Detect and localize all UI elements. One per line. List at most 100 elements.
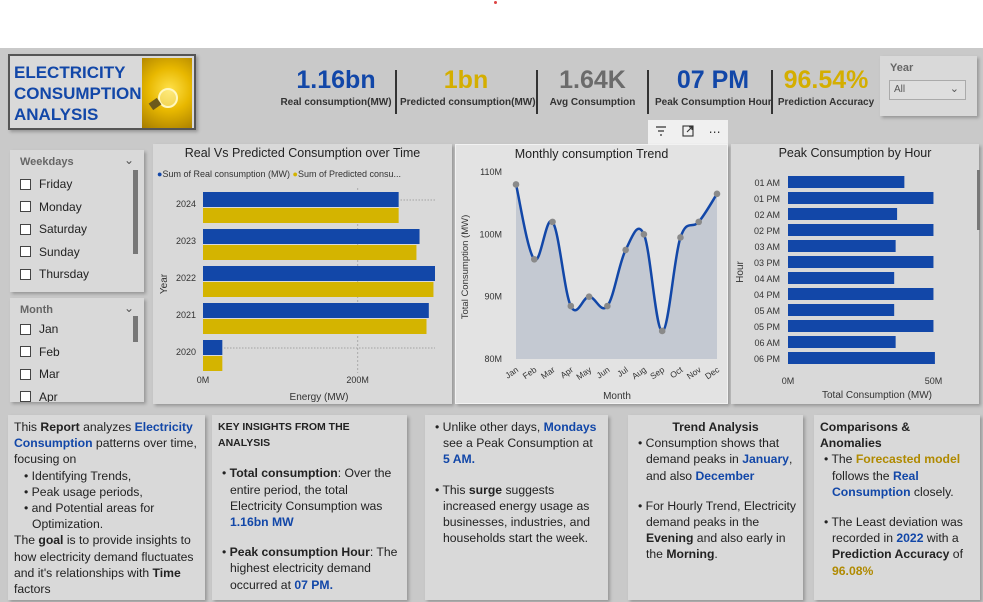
bar-hour bbox=[788, 208, 898, 220]
y-axis-label: Total Consumption (MW) bbox=[460, 215, 471, 320]
chevron-down-icon: ⌄ bbox=[949, 83, 959, 95]
bar-hour bbox=[788, 352, 935, 364]
y-tick-label: 2020 bbox=[176, 347, 196, 357]
intro-bullet: • Peak usage periods, bbox=[24, 484, 143, 499]
monday-insight-text: • Unlike other days, Mondays see a Peak … bbox=[425, 415, 608, 600]
checkbox[interactable] bbox=[20, 346, 31, 358]
chevron-down-icon[interactable]: ⌄ bbox=[124, 301, 134, 315]
month-option-feb[interactable]: Feb bbox=[10, 341, 144, 364]
insight-bullet: • Unlike other days, Mondays see a Peak … bbox=[435, 420, 597, 467]
x-tick-label: Sep bbox=[648, 364, 666, 381]
bar-hour bbox=[788, 320, 934, 332]
checkbox[interactable] bbox=[20, 268, 31, 280]
weekday-option-friday[interactable]: Friday bbox=[10, 173, 144, 196]
kpi-label: Prediction Accuracy bbox=[777, 97, 875, 108]
comparisons-text: Comparisons & Anomalies • The Forecasted… bbox=[814, 415, 980, 600]
monthly-trend-chart: Monthly consumption Trend 80M 90M 100M 110M… bbox=[455, 144, 728, 404]
year-dropdown[interactable]: All ⌄ bbox=[889, 80, 966, 100]
data-point bbox=[567, 302, 575, 310]
kpi-label: Predicted consumption(MW) bbox=[400, 97, 536, 108]
month-option-mar[interactable]: Mar bbox=[10, 363, 144, 386]
checkbox[interactable] bbox=[20, 246, 31, 258]
data-point bbox=[622, 246, 629, 254]
scrollbar[interactable] bbox=[133, 170, 138, 254]
kpi-avg-consumption: 1.64K Avg Consumption bbox=[545, 66, 640, 108]
kpi-peak-hour: 07 PM Peak Consumption Hour bbox=[655, 66, 772, 108]
weekdays-slicer: Weekdays ⌄ Friday Monday Saturday Sunday… bbox=[10, 150, 144, 292]
x-tick-label: 200M bbox=[346, 375, 369, 385]
y-tick-label: 01 PM bbox=[754, 194, 780, 204]
x-tick-label: Nov bbox=[685, 364, 704, 381]
checkbox[interactable] bbox=[20, 223, 31, 235]
data-point bbox=[677, 234, 684, 241]
y-tick-label: 01 AM bbox=[754, 178, 780, 188]
kpi-real-consumption: 1.16bn Real consumption(MW) bbox=[280, 66, 392, 108]
scrollbar[interactable] bbox=[133, 316, 138, 342]
x-tick-label: Feb bbox=[521, 364, 539, 381]
y-tick-label: 04 PM bbox=[754, 290, 780, 300]
top-indicator-dot bbox=[494, 1, 497, 4]
trend-bullet: • Consumption shows that demand peaks in… bbox=[638, 436, 793, 483]
bar-hour bbox=[788, 240, 896, 252]
year-slicer: Year All ⌄ bbox=[880, 56, 977, 116]
bar-real bbox=[203, 340, 223, 355]
weekday-option-thursday[interactable]: Thursday bbox=[10, 263, 144, 286]
option-label: Apr bbox=[39, 389, 58, 402]
bar-hour bbox=[788, 192, 934, 204]
y-tick-label: 04 AM bbox=[754, 274, 780, 284]
intro-paragraph: This Report analyzes Electricity Consump… bbox=[14, 420, 197, 467]
data-point bbox=[640, 231, 648, 238]
title-card: ELECTRICITY CONSUMPTION ANALYSIS bbox=[8, 54, 196, 130]
option-label: Feb bbox=[39, 344, 60, 359]
focus-mode-icon[interactable] bbox=[682, 124, 694, 140]
checkbox[interactable] bbox=[20, 178, 31, 190]
comparison-bullet: • The Least deviation was recorded in 20… bbox=[824, 515, 963, 578]
kpi-divider bbox=[647, 70, 649, 114]
report-title: ELECTRICITY CONSUMPTION ANALYSIS bbox=[14, 63, 142, 124]
weekday-option-monday[interactable]: Monday bbox=[10, 196, 144, 219]
x-tick-label: 0M bbox=[782, 376, 795, 386]
weekday-option-saturday[interactable]: Saturday bbox=[10, 218, 144, 241]
kpi-value: 1.64K bbox=[559, 66, 626, 94]
weekday-option-sunday[interactable]: Sunday bbox=[10, 241, 144, 264]
month-slicer: Month ⌄ Jan Feb Mar Apr bbox=[10, 298, 144, 402]
y-tick-label: 90M bbox=[484, 292, 502, 302]
month-option-jan[interactable]: Jan bbox=[10, 318, 144, 341]
kpi-divider bbox=[395, 70, 397, 114]
bar-predicted bbox=[203, 319, 427, 334]
checkbox[interactable] bbox=[20, 323, 31, 335]
year-slicer-title: Year bbox=[890, 62, 914, 74]
filter-icon[interactable] bbox=[655, 125, 667, 140]
trend-analysis-text: Trend Analysis • Consumption shows that … bbox=[628, 415, 803, 600]
peak-by-hour-chart: Peak Consumption by Hour 01 AM 01 PM 02 AM… bbox=[731, 144, 980, 404]
bar-hour bbox=[788, 272, 895, 284]
x-tick-label: 0M bbox=[197, 375, 210, 385]
checkbox[interactable] bbox=[20, 201, 31, 213]
kpi-prediction-accuracy: 96.54% Prediction Accuracy bbox=[776, 66, 876, 108]
light-bulb-icon bbox=[142, 58, 192, 128]
y-tick-label: 06 PM bbox=[754, 354, 780, 364]
kpi-label: Real consumption(MW) bbox=[280, 97, 392, 108]
month-list: Jan Feb Mar Apr bbox=[10, 318, 144, 402]
bar-real bbox=[203, 229, 420, 244]
insight-bullet: • This surge suggests increased energy u… bbox=[435, 482, 591, 546]
month-option-apr[interactable]: Apr bbox=[10, 386, 144, 402]
y-tick-label: 05 PM bbox=[754, 322, 780, 332]
checkbox[interactable] bbox=[20, 391, 31, 402]
option-label: Friday bbox=[39, 177, 73, 192]
kpi-value: 96.54% bbox=[783, 66, 869, 94]
report-intro-text: This Report analyzes Electricity Consump… bbox=[8, 415, 205, 600]
scrollbar[interactable] bbox=[977, 170, 980, 230]
real-vs-predicted-chart: Real Vs Predicted Consumption over Time … bbox=[153, 144, 452, 404]
chevron-down-icon[interactable]: ⌄ bbox=[124, 153, 134, 167]
x-tick-label: Dec bbox=[703, 364, 722, 381]
x-tick-label: 50M bbox=[925, 376, 943, 386]
more-options-icon[interactable]: ⋯ bbox=[709, 125, 721, 139]
bar-predicted bbox=[203, 208, 399, 223]
checkbox[interactable] bbox=[20, 368, 31, 380]
line-chart-svg: 80M 90M 100M 110M Jan Feb Mar Apr May Jun Jul Aug Se… bbox=[460, 167, 722, 402]
comparison-bullet: • The Forecasted model follows the Real … bbox=[824, 452, 961, 499]
trend-heading: Trend Analysis bbox=[672, 420, 759, 434]
insights-heading: KEY INSIGHTS FROM THE ANALYSIS bbox=[218, 421, 350, 450]
bar-hour bbox=[788, 304, 895, 316]
